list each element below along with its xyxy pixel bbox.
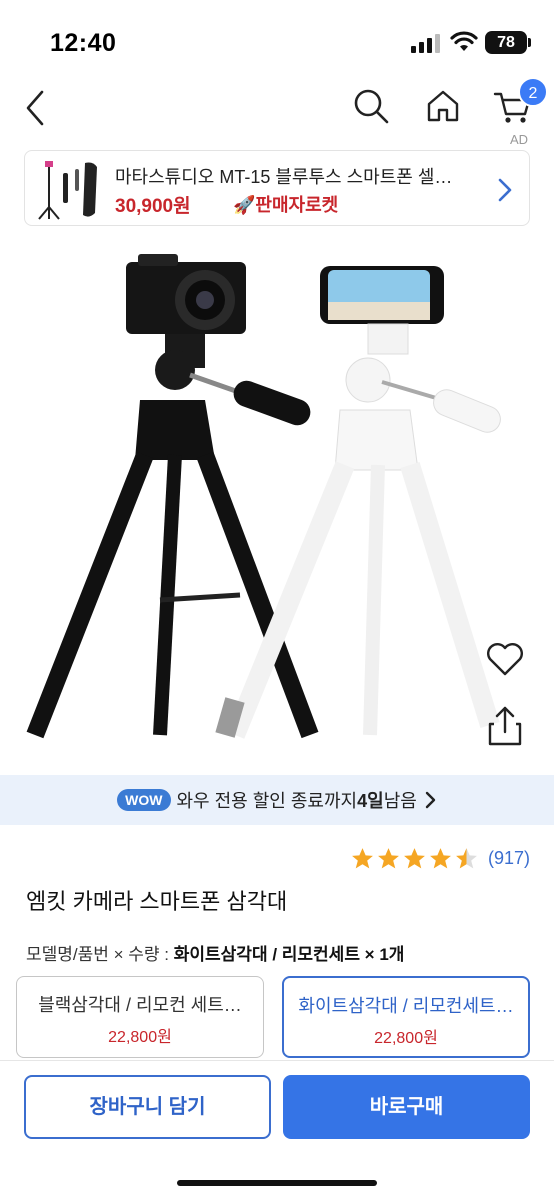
wifi-icon: [450, 31, 478, 51]
battery-tip: [528, 38, 531, 47]
wow-badge: WOW: [117, 789, 171, 811]
buy-now-button[interactable]: 바로구매: [283, 1075, 530, 1139]
option-price: 22,800원: [374, 1030, 438, 1047]
ad-label: AD: [509, 132, 528, 147]
wow-text-after: 남음: [383, 791, 417, 811]
star-icon: [352, 848, 373, 869]
star-rating: [350, 846, 480, 872]
review-count[interactable]: (917): [488, 848, 530, 869]
back-icon[interactable]: [18, 84, 54, 132]
add-to-cart-button[interactable]: 장바구니 담기: [24, 1075, 271, 1139]
home-icon[interactable]: [423, 86, 463, 126]
option-card-black[interactable]: 블랙삼각대 / 리모컨 세트… 22,800원: [16, 976, 264, 1058]
star-icon: [378, 848, 399, 869]
option-value: 화이트삼각대 / 리모컨세트 × 1개: [173, 945, 405, 964]
status-bar: 12:40 78: [0, 0, 554, 80]
chevron-right-icon: [425, 791, 436, 809]
signal-icon: [411, 34, 440, 53]
option-name: 화이트삼각대 / 리모컨세트…: [298, 996, 514, 1016]
share-icon[interactable]: [486, 704, 524, 748]
home-indicator: [177, 1180, 377, 1186]
white-tripod: [215, 266, 501, 739]
option-name: 블랙삼각대 / 리모컨 세트…: [38, 995, 242, 1015]
product-image[interactable]: [0, 240, 554, 775]
star-icon: [430, 848, 451, 869]
star-icon: [404, 848, 425, 869]
ad-product-card[interactable]: 마타스튜디오 MT-15 블루투스 스마트폰 셀… 30,900원 🚀판매자로켓: [24, 150, 530, 226]
wow-discount-banner[interactable]: WOW 와우 전용 할인 종료까지 4일 남음: [0, 775, 554, 825]
status-time: 12:40: [50, 29, 117, 57]
wow-days: 4일: [357, 791, 384, 811]
heart-icon[interactable]: [484, 638, 526, 680]
ad-price: 30,900원: [115, 196, 191, 217]
option-card-white[interactable]: 화이트삼각대 / 리모컨세트… 22,800원: [282, 976, 530, 1058]
wow-text-before: 와우 전용 할인 종료까지: [176, 791, 358, 811]
bottom-action-bar: 장바구니 담기 바로구매: [0, 1060, 554, 1200]
product-title: 엠킷 카메라 스마트폰 삼각대: [26, 889, 288, 914]
ad-title: 마타스튜디오 MT-15 블루투스 스마트폰 셀…: [115, 167, 453, 187]
ad-thumbnail: [38, 161, 97, 220]
search-icon[interactable]: [351, 86, 391, 126]
battery-indicator: 78: [485, 31, 527, 54]
option-label: 모델명/품번 × 수량 :: [26, 945, 174, 964]
seller-rocket-badge: 🚀판매자로켓: [233, 195, 339, 215]
option-price: 22,800원: [108, 1029, 172, 1046]
star-half-icon: [456, 848, 477, 869]
cart-badge: 2: [518, 77, 548, 107]
option-summary: 모델명/품번 × 수량 : 화이트삼각대 / 리모컨세트 × 1개: [26, 940, 404, 965]
top-nav: 2: [0, 77, 554, 136]
chevron-right-icon: [498, 178, 512, 202]
